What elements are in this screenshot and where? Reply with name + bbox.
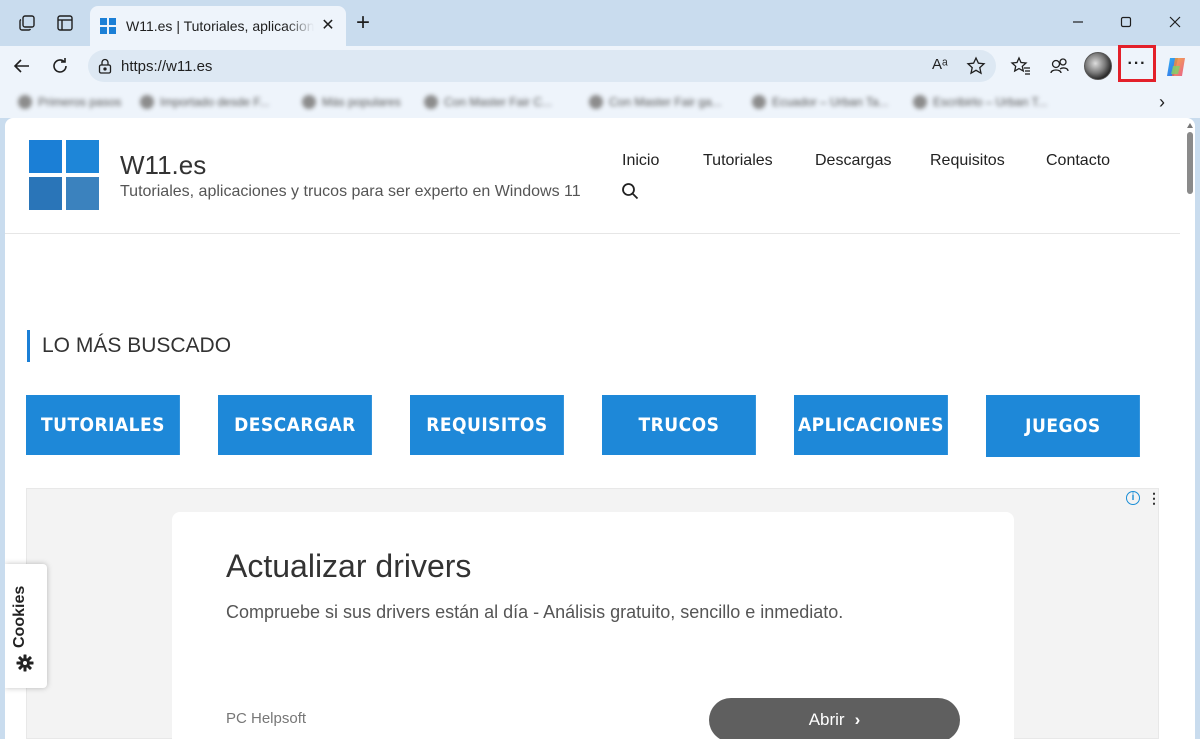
chevron-right-icon: › — [854, 710, 861, 729]
favorite-folder-icon — [140, 95, 154, 109]
nav-contacto[interactable]: Contacto — [1046, 152, 1110, 170]
category-button-aplicaciones[interactable]: APLICACIONES — [794, 395, 948, 455]
site-logo-windows-icon[interactable] — [29, 140, 99, 210]
category-button-trucos[interactable]: TRUCOS — [602, 395, 756, 455]
category-button-descargar[interactable]: DESCARGAR — [218, 395, 372, 455]
cookies-tab[interactable]: Cookies — [5, 564, 47, 688]
read-aloud-icon[interactable]: Aᵃ — [932, 56, 954, 76]
favorites-icon[interactable] — [1007, 52, 1035, 80]
collections-icon[interactable] — [1045, 52, 1073, 80]
windows-favicon-icon — [100, 18, 116, 34]
ad-open-label: Abrir — [808, 710, 845, 729]
favorite-site-icon — [589, 95, 603, 109]
category-button-tutoriales[interactable]: TUTORIALES — [26, 395, 180, 455]
page-viewport: W11.es Tutoriales, aplicaciones y trucos… — [5, 118, 1195, 739]
favorite-site-icon — [752, 95, 766, 109]
minimize-icon[interactable] — [1063, 8, 1093, 36]
ad-open-button[interactable]: Abrir › — [709, 698, 960, 739]
nav-tutoriales[interactable]: Tutoriales — [703, 152, 773, 170]
active-tab[interactable]: W11.es | Tutoriales, aplicaciones y truc… — [90, 6, 346, 46]
close-tab-icon[interactable]: ✕ — [320, 18, 336, 34]
maximize-icon[interactable] — [1111, 8, 1141, 36]
gear-icon — [16, 654, 34, 672]
vertical-tabs-icon[interactable] — [52, 10, 78, 36]
favorite-item[interactable]: Con Master Fair C... — [424, 94, 552, 110]
add-favorite-star-icon[interactable] — [966, 56, 986, 76]
favorites-bar: Primeros pasos Importado desde F... Más … — [0, 86, 1200, 118]
url-text[interactable]: https://w11.es — [121, 58, 212, 75]
settings-more-button[interactable]: ··· — [1118, 45, 1156, 82]
close-window-icon[interactable] — [1160, 8, 1190, 36]
lock-icon[interactable] — [96, 57, 114, 75]
ad-description: Compruebe si sus drivers están al día - … — [226, 602, 844, 622]
favorite-item[interactable]: Ecuador – Urban Ta... — [752, 94, 889, 110]
site-header: W11.es Tutoriales, aplicaciones y trucos… — [5, 118, 1180, 234]
back-icon[interactable] — [8, 52, 36, 80]
nav-requisitos[interactable]: Requisitos — [930, 152, 1005, 170]
profile-avatar[interactable] — [1084, 52, 1112, 80]
new-tab-button[interactable]: + — [350, 10, 376, 36]
favorite-site-icon — [302, 95, 316, 109]
ad-brand: PC Helpsoft — [226, 710, 307, 727]
nav-inicio[interactable]: Inicio — [622, 152, 659, 170]
favorite-item[interactable]: Con Master Fair ga... — [589, 94, 722, 110]
refresh-icon[interactable] — [46, 52, 74, 80]
search-icon[interactable] — [621, 182, 639, 200]
favorite-site-icon — [424, 95, 438, 109]
cookies-label: Cookies — [11, 585, 28, 648]
ad-menu-icon[interactable]: ⋮ — [1147, 489, 1161, 507]
browser-toolbar: https://w11.es Aᵃ ··· — [0, 45, 1200, 86]
copilot-icon[interactable] — [1163, 54, 1189, 80]
scroll-up-arrow-icon[interactable] — [1187, 122, 1193, 128]
vertical-scrollbar[interactable] — [1187, 132, 1193, 194]
site-tagline: Tutoriales, aplicaciones y trucos para s… — [120, 183, 581, 200]
site-title[interactable]: W11.es — [120, 150, 206, 181]
ad-card[interactable]: Actualizar drivers Compruebe si sus driv… — [172, 512, 1014, 739]
favorite-site-icon — [913, 95, 927, 109]
favorite-item[interactable]: Importado desde F... — [140, 94, 269, 110]
ad-headline[interactable]: Actualizar drivers — [226, 548, 471, 585]
favorite-item[interactable]: Escribirlo – Urban T... — [913, 94, 1048, 110]
favorite-site-icon — [18, 95, 32, 109]
favorites-overflow-chevron-icon[interactable]: › — [1152, 92, 1172, 112]
favorite-item[interactable]: Primeros pasos — [18, 94, 121, 110]
section-title: LO MÁS BUSCADO — [27, 330, 231, 362]
ad-info-icon[interactable]: i — [1126, 491, 1140, 505]
address-bar[interactable]: https://w11.es Aᵃ — [88, 50, 996, 82]
nav-descargas[interactable]: Descargas — [815, 152, 891, 170]
category-button-juegos[interactable]: JUEGOS — [986, 395, 1140, 457]
tab-title: W11.es | Tutoriales, aplicaciones y truc… — [126, 18, 314, 34]
favorite-item[interactable]: Más populares — [302, 94, 401, 110]
workspaces-icon[interactable] — [14, 10, 40, 36]
category-button-requisitos[interactable]: REQUISITOS — [410, 395, 564, 455]
title-bar: W11.es | Tutoriales, aplicaciones y truc… — [0, 0, 1200, 46]
advertisement: i ⋮ Actualizar drivers Compruebe si sus … — [26, 488, 1161, 739]
